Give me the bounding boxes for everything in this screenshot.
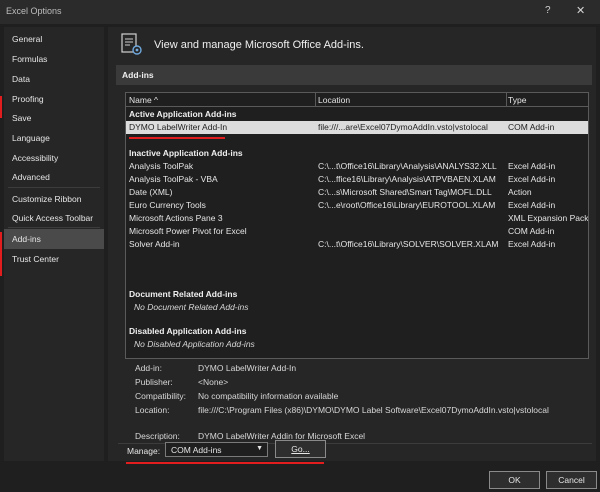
detail-value-compatibility: No compatibility information available [198,391,339,401]
row-name: Analysis ToolPak [129,161,194,171]
go-button[interactable]: Go... [275,440,326,458]
row-location: C:\...s\Microsoft Shared\Smart Tag\MOFL.… [318,187,492,197]
page-heading: View and manage Microsoft Office Add-ins… [120,33,420,59]
red-underline-annotation [126,462,324,464]
help-icon[interactable]: ? [545,5,551,16]
row-type: Excel Add-in [508,174,556,184]
left-edge-accent-bottom [0,232,2,276]
table-row[interactable]: Microsoft Power Pivot for Excel COM Add-… [126,225,588,238]
sidebar-item-add-ins[interactable]: Add-ins [4,229,104,249]
sidebar-item-accessibility[interactable]: Accessibility [4,148,104,168]
detail-value-publisher: <None> [198,377,229,387]
row-name: Solver Add-in [129,239,180,249]
sidebar-item-advanced[interactable]: Advanced [4,167,104,187]
table-row[interactable]: Microsoft Actions Pane 3 XML Expansion P… [126,212,588,225]
row-location: C:\...t\Office16\Library\SOLVER\SOLVER.X… [318,239,499,249]
chevron-down-icon: ▼ [256,445,263,452]
row-location: C:\...e\root\Office16\Library\EUROTOOL.X… [318,200,496,210]
section-header-add-ins: Add-ins [116,65,592,85]
table-row[interactable]: Analysis ToolPak - VBA C:\...ffice16\Lib… [126,173,588,186]
sidebar-item-language[interactable]: Language [4,128,104,148]
column-divider[interactable] [506,93,507,106]
row-type: Excel Add-in [508,200,556,210]
cancel-button[interactable]: Cancel [546,471,597,489]
table-row[interactable]: DYMO LabelWriter Add-In file:///...are\E… [126,121,588,134]
row-type: Excel Add-in [508,239,556,249]
close-icon[interactable]: ✕ [576,4,585,17]
sidebar-item-formulas[interactable]: Formulas [4,49,104,69]
sidebar-item-general[interactable]: General [4,29,104,49]
table-row[interactable]: Euro Currency Tools C:\...e\root\Office1… [126,199,588,212]
sidebar-item-proofing[interactable]: Proofing [4,89,104,109]
manage-select[interactable]: COM Add-ins ▼ [165,442,268,457]
row-type: XML Expansion Pack [508,213,588,223]
manage-select-value: COM Add-ins [171,445,222,455]
table-row[interactable]: Solver Add-in C:\...t\Office16\Library\S… [126,238,588,251]
detail-value-location: file:///C:\Program Files (x86)\DYMO\DYMO… [198,405,549,415]
sidebar-item-trust-center[interactable]: Trust Center [4,249,104,269]
column-divider[interactable] [315,93,316,106]
row-name: Euro Currency Tools [129,200,206,210]
main-panel: View and manage Microsoft Office Add-ins… [108,27,596,464]
row-type: Excel Add-in [508,161,556,171]
detail-label-addin: Add-in: [135,363,162,373]
column-header-type[interactable]: Type [508,95,526,105]
table-header: Name ^ Location Type [126,93,588,107]
row-location: file:///...are\Excel07DymoAddIn.vsto|vst… [318,122,488,132]
group-heading-active: Active Application Add-ins [129,109,237,119]
row-type: Action [508,187,532,197]
detail-value-addin: DYMO LabelWriter Add-In [198,363,297,373]
empty-document-note: No Document Related Add-ins [134,302,249,312]
row-name: Analysis ToolPak - VBA [129,174,218,184]
table-row[interactable]: Analysis ToolPak C:\...t\Office16\Librar… [126,160,588,173]
detail-label-publisher: Publisher: [135,377,173,387]
sidebar-item-save[interactable]: Save [4,108,104,128]
sidebar-divider [8,227,100,228]
sidebar-item-customize-ribbon[interactable]: Customize Ribbon [4,189,104,209]
manage-label: Manage: [127,446,161,456]
group-heading-disabled: Disabled Application Add-ins [129,326,247,336]
section-title: Add-ins [122,70,154,80]
row-name: Microsoft Power Pivot for Excel [129,226,247,236]
detail-label-description: Description: [135,431,180,441]
column-header-name[interactable]: Name ^ [129,95,158,105]
page-title: View and manage Microsoft Office Add-ins… [154,39,364,51]
row-name: DYMO LabelWriter Add-In [129,122,228,132]
window-title: Excel Options [6,6,62,16]
go-button-label: Go... [291,444,310,454]
row-name: Date (XML) [129,187,173,197]
table-row[interactable]: Date (XML) C:\...s\Microsoft Shared\Smar… [126,186,588,199]
row-name: Microsoft Actions Pane 3 [129,213,223,223]
empty-disabled-note: No Disabled Application Add-ins [134,339,255,349]
row-type: COM Add-in [508,122,555,132]
row-type: COM Add-in [508,226,555,236]
add-ins-table: Name ^ Location Type Active Application … [125,92,589,359]
row-location: C:\...ffice16\Library\Analysis\ATPVBAEN.… [318,174,496,184]
left-edge-accent-top [0,96,2,118]
sidebar-item-data[interactable]: Data [4,69,104,89]
group-heading-document: Document Related Add-ins [129,289,238,299]
add-ins-gear-icon [121,33,142,55]
detail-label-location: Location: [135,405,170,415]
column-header-location[interactable]: Location [318,95,350,105]
detail-label-compatibility: Compatibility: [135,391,187,401]
sidebar: General Formulas Data Proofing Save Lang… [4,27,104,461]
row-location: C:\...t\Office16\Library\Analysis\ANALYS… [318,161,497,171]
red-underline-annotation [129,137,225,139]
sidebar-item-quick-access-toolbar[interactable]: Quick Access Toolbar [4,208,104,228]
title-bar: Excel Options ? ✕ [0,0,600,24]
sidebar-divider [8,187,100,188]
group-heading-inactive: Inactive Application Add-ins [129,148,243,158]
ok-button[interactable]: OK [489,471,540,489]
